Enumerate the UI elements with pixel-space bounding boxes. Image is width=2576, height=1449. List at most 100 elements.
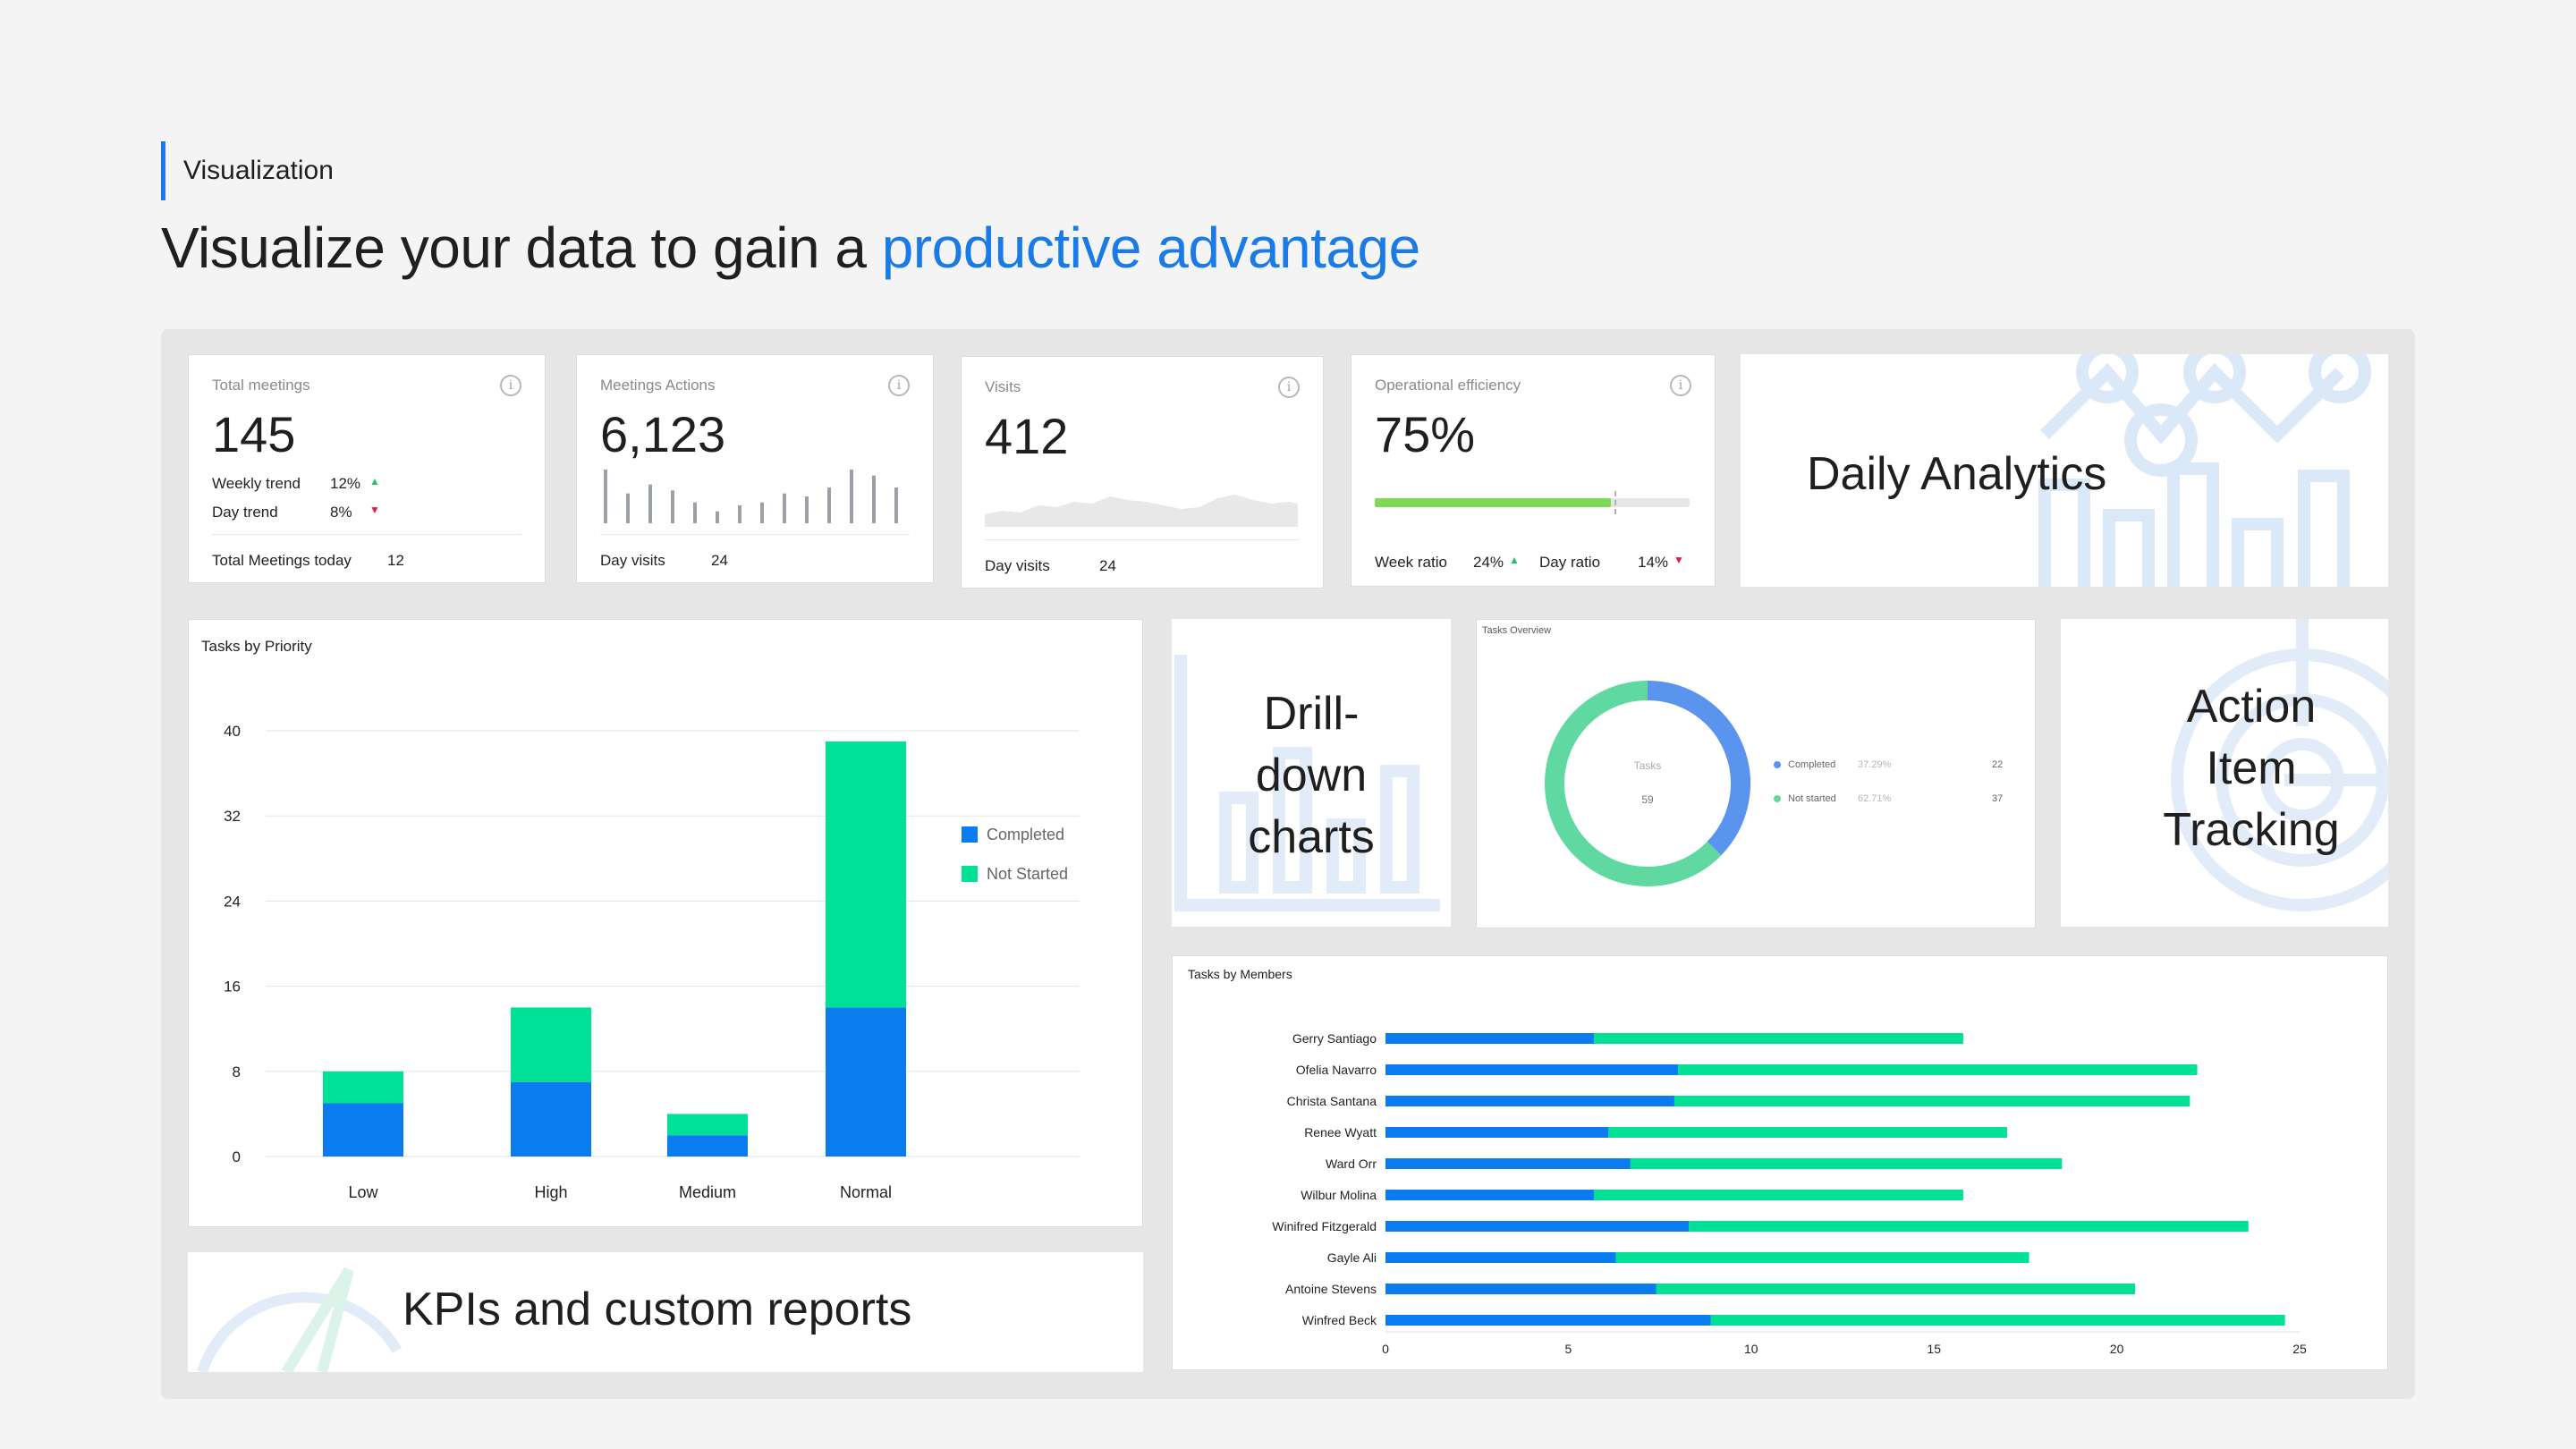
- member-label: Christa Santana: [1287, 1094, 1377, 1108]
- x-tick-label: Low: [348, 1183, 378, 1201]
- action-line-3: Tracking: [2163, 804, 2340, 857]
- day-trend-value: 8%: [330, 504, 352, 521]
- member-bar-completed: [1385, 1315, 1711, 1326]
- x-tick-label: 10: [1744, 1342, 1758, 1356]
- info-icon[interactable]: i: [888, 375, 910, 396]
- day-ratio-value: 14%: [1638, 554, 1669, 571]
- drill-down-line-1: Drill-: [1263, 688, 1360, 740]
- footer-label: Day visits: [600, 552, 665, 569]
- tasks-overview-title: Tasks Overview: [1482, 625, 1552, 636]
- day-ratio-label: Day ratio: [1539, 554, 1601, 571]
- legend-swatch: [962, 826, 978, 843]
- section-eyebrow: Visualization: [161, 141, 334, 200]
- footer-value: 24: [711, 552, 728, 569]
- mini-bar-chart: [604, 470, 898, 523]
- promo-drill-down-charts: Drill- down charts: [1172, 619, 1451, 927]
- day-trend-row: Day trend 8% ▼: [212, 504, 380, 521]
- footer-label: Total Meetings today: [212, 552, 352, 569]
- mini-bar: [827, 487, 831, 523]
- info-icon[interactable]: i: [500, 375, 521, 396]
- mini-bar: [850, 470, 853, 523]
- member-label: Ofelia Navarro: [1296, 1063, 1377, 1077]
- member-label: Renee Wyatt: [1304, 1125, 1377, 1140]
- legend-not-started-percent: 62.71%: [1858, 793, 1892, 804]
- member-bar-not-started: [1678, 1064, 2198, 1075]
- y-tick-label: 0: [233, 1148, 241, 1165]
- member-bar-completed: [1385, 1127, 1609, 1138]
- legend-dot-completed: [1774, 761, 1781, 768]
- x-tick-label: High: [534, 1183, 567, 1201]
- y-tick-label: 16: [224, 979, 241, 996]
- member-bar-not-started: [1608, 1127, 2007, 1138]
- action-line-1: Action: [2186, 681, 2317, 733]
- legend-not-started-count: 37: [1992, 793, 2004, 804]
- member-bar-not-started: [1594, 1033, 1963, 1044]
- action-line-2: Item: [2206, 742, 2297, 795]
- x-tick-label: 20: [2110, 1342, 2124, 1356]
- kpi-meetings-actions[interactable]: Meetings Actions i 6,123 Day visits 24: [576, 354, 934, 583]
- member-bar-not-started: [1615, 1252, 2029, 1263]
- mini-bar: [626, 493, 630, 523]
- kpi-value: 6,123: [600, 406, 726, 462]
- member-label: Ward Orr: [1326, 1157, 1377, 1171]
- drill-down-line-2: down: [1255, 750, 1368, 802]
- mini-bar: [604, 470, 607, 523]
- member-label: Wilbur Molina: [1301, 1188, 1377, 1202]
- promo-daily-analytics: Daily Analytics: [1741, 354, 2388, 587]
- divider: [212, 534, 521, 535]
- weekly-trend-label: Weekly trend: [212, 475, 301, 492]
- legend-swatch: [962, 866, 978, 882]
- panel-tasks-overview: Tasks Overview Tasks 59 Completed 37.29%…: [1476, 619, 2036, 928]
- weekly-trend-value: 12%: [330, 475, 361, 492]
- kpi-operational-efficiency[interactable]: Operational efficiency i 75% Week ratio 2…: [1351, 354, 1716, 587]
- x-tick-label: 25: [2292, 1342, 2307, 1356]
- day-trend-label: Day trend: [212, 504, 278, 521]
- page-headline: Visualize your data to gain a productive…: [161, 215, 1420, 281]
- drill-down-label: Drill- down charts: [1172, 683, 1451, 869]
- member-bar-completed: [1385, 1190, 1595, 1200]
- week-ratio-value: 24%: [1473, 554, 1504, 571]
- panel-tasks-by-priority: Tasks by Priority 0 8 16 24 32 40 Low High Mediu…: [188, 619, 1143, 1227]
- legend-completed-label: Completed: [1788, 759, 1836, 770]
- eyebrow-label: Visualization: [183, 156, 334, 185]
- efficiency-progress-fill: [1375, 498, 1611, 507]
- bar-segment-not-started: [826, 741, 906, 1008]
- member-label: Winfred Beck: [1302, 1313, 1377, 1327]
- donut-center-value: 59: [1641, 793, 1654, 806]
- legend-dot-not-started: [1774, 795, 1781, 802]
- donut-center-label: Tasks: [1633, 759, 1662, 772]
- member-label: Gerry Santiago: [1292, 1031, 1377, 1046]
- action-item-label: Action Item Tracking: [2132, 676, 2370, 861]
- kpi-value: 75%: [1375, 406, 1476, 462]
- trend-up-icon: ▲: [369, 475, 380, 487]
- week-ratio-label: Week ratio: [1375, 554, 1447, 571]
- mini-bar: [805, 496, 809, 523]
- member-bar-completed: [1385, 1158, 1631, 1169]
- mini-bar: [671, 490, 674, 523]
- info-icon[interactable]: i: [1278, 377, 1300, 398]
- member-label: Gayle Ali: [1327, 1250, 1377, 1265]
- footer-value: 24: [1099, 557, 1116, 574]
- mini-bar: [716, 511, 719, 523]
- legend-completed-count: 22: [1992, 759, 2004, 770]
- legend-label: Not Started: [987, 865, 1068, 883]
- sparkline-area: [985, 495, 1298, 527]
- info-icon[interactable]: i: [1670, 375, 1691, 396]
- mini-bar: [783, 493, 786, 523]
- footer-row: Total Meetings today 12: [212, 552, 404, 570]
- headline-main: Visualize your data to gain a: [161, 216, 882, 280]
- kpi-total-meetings[interactable]: Total meetings i 145 Weekly trend 12% ▲ Da…: [188, 354, 546, 583]
- member-bar-not-started: [1630, 1158, 2063, 1169]
- tasks-by-priority-chart: 0 8 16 24 32 40 Low High Medium Normal Completed No…: [224, 723, 1080, 1201]
- member-bar-completed: [1385, 1096, 1674, 1106]
- kpi-visits[interactable]: Visits i 412 Day visits 24: [961, 356, 1324, 589]
- daily-analytics-label: Daily Analytics: [1807, 448, 2107, 500]
- kpi-value: 412: [985, 408, 1069, 464]
- efficiency-progress-track: [1375, 491, 1690, 514]
- efficiency-target-marker: [1614, 491, 1616, 514]
- footer-label: Day visits: [985, 557, 1050, 574]
- member-bar-not-started: [1656, 1284, 2136, 1294]
- gauge-decoration-icon: [197, 1267, 402, 1372]
- kpi-title: Total meetings: [212, 377, 310, 394]
- member-label: Antoine Stevens: [1285, 1282, 1377, 1296]
